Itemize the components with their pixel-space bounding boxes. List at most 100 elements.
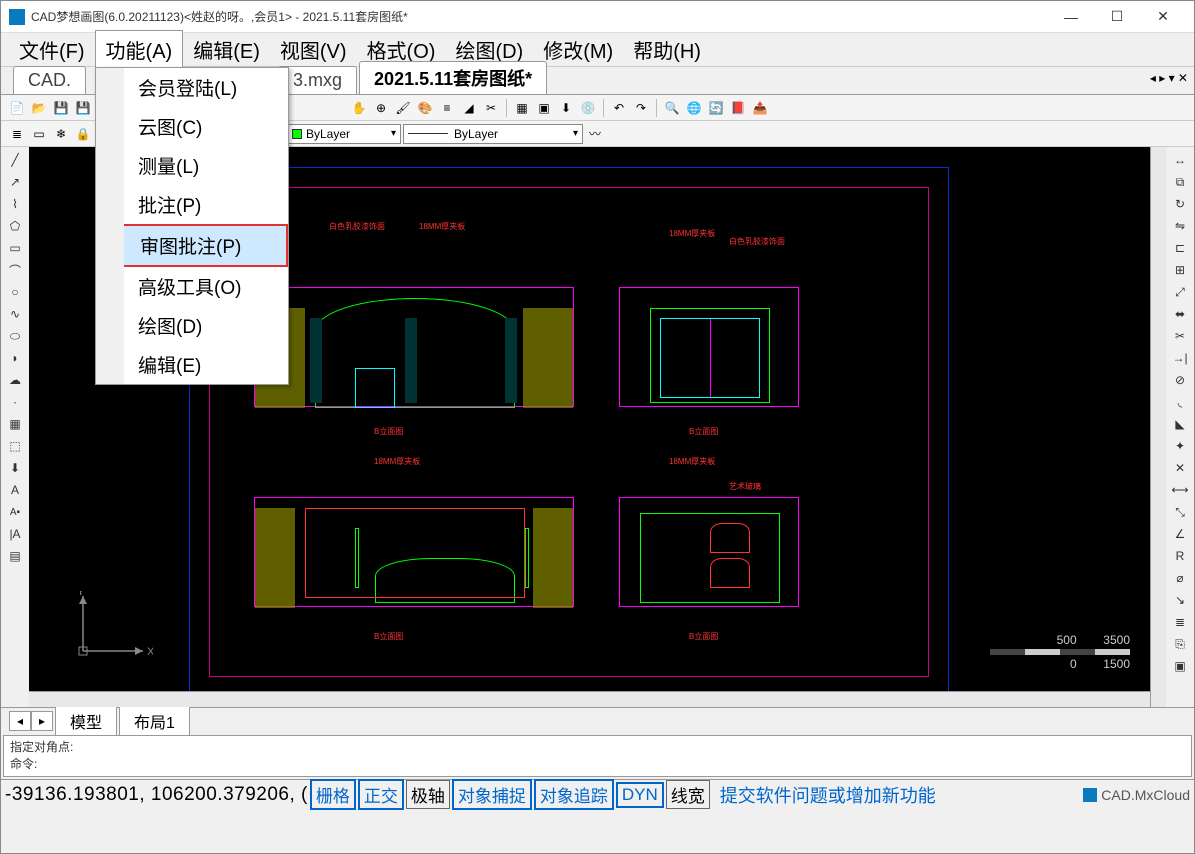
command-window[interactable]: 指定对角点: 命令: — [3, 735, 1192, 777]
color-combo[interactable]: ByLayer ▾ — [287, 124, 401, 144]
tab-prev[interactable]: ◂ — [9, 711, 31, 731]
scrollbar-horizontal[interactable] — [29, 691, 1150, 707]
layer-freeze-icon[interactable]: ❄ — [51, 124, 71, 144]
chamfer-icon[interactable]: ◣ — [1171, 415, 1189, 433]
menu-view[interactable]: 视图(V) — [270, 31, 357, 68]
feedback-link[interactable]: 提交软件问题或增加新功能 — [720, 782, 936, 808]
cloud-status[interactable]: CAD.MxCloud — [1083, 787, 1190, 803]
extend-icon[interactable]: →| — [1171, 349, 1189, 367]
erase-icon[interactable]: ✕ — [1171, 459, 1189, 477]
block-icon[interactable]: ⬚ — [6, 437, 24, 455]
maximize-button[interactable]: ☐ — [1094, 2, 1140, 32]
palette-icon[interactable]: 🎨 — [415, 98, 435, 118]
menu-edit[interactable]: 编辑(E) — [183, 31, 270, 68]
toggle-dyn[interactable]: DYN — [616, 782, 664, 808]
pan-icon[interactable]: ✋ — [349, 98, 369, 118]
toggle-otrack[interactable]: 对象追踪 — [534, 779, 614, 810]
export-icon[interactable]: 📤 — [750, 98, 770, 118]
dim-aligned-icon[interactable]: ⤡ — [1171, 503, 1189, 521]
hatch-icon[interactable]: ▦ — [512, 98, 532, 118]
toggle-osnap[interactable]: 对象捕捉 — [452, 779, 532, 810]
explode-icon[interactable]: ✦ — [1171, 437, 1189, 455]
menu-file[interactable]: 文件(F) — [9, 31, 95, 68]
spline-icon[interactable]: ∿ — [6, 305, 24, 323]
minimize-button[interactable]: — — [1048, 2, 1094, 32]
menu-item-edit[interactable]: 编辑(E) — [126, 345, 288, 384]
clip-icon[interactable]: ✂ — [481, 98, 501, 118]
layer-lock-icon[interactable]: 🔒 — [73, 124, 93, 144]
line-icon[interactable]: ╱ — [6, 151, 24, 169]
polygon-icon[interactable]: ⬠ — [6, 217, 24, 235]
redo-icon[interactable]: ↷ — [631, 98, 651, 118]
text-icon[interactable]: A — [6, 481, 24, 499]
toggle-lweight[interactable]: 线宽 — [666, 780, 710, 809]
layers-icon[interactable]: ≡ — [437, 98, 457, 118]
open-icon[interactable]: 📂 — [29, 98, 49, 118]
rotate-icon[interactable]: ↻ — [1171, 195, 1189, 213]
new-icon[interactable]: 📄 — [7, 98, 27, 118]
lineweight-icon[interactable]: 〰 — [585, 124, 605, 144]
mirror-icon[interactable]: ⇋ — [1171, 217, 1189, 235]
stretch-icon[interactable]: ⬌ — [1171, 305, 1189, 323]
saveas-icon[interactable]: 💾 — [73, 98, 93, 118]
point-icon[interactable]: · — [6, 393, 24, 411]
insert-icon[interactable]: ⬇ — [6, 459, 24, 477]
fillet-icon[interactable]: ◟ — [1171, 393, 1189, 411]
hatch-icon[interactable]: ▦ — [6, 415, 24, 433]
close-button[interactable]: ✕ — [1140, 2, 1186, 32]
save-icon[interactable]: 💾 — [51, 98, 71, 118]
refresh-icon[interactable]: 🔄 — [706, 98, 726, 118]
tab-mxg[interactable]: 3.mxg — [278, 66, 357, 94]
pdf-icon[interactable]: 📕 — [728, 98, 748, 118]
layer-manager-icon[interactable]: ≣ — [7, 124, 27, 144]
target-icon[interactable]: ⊕ — [371, 98, 391, 118]
tab-next[interactable]: ▸ — [31, 711, 53, 731]
move-icon[interactable]: ↔ — [1171, 151, 1189, 169]
table-icon[interactable]: ▤ — [6, 547, 24, 565]
scrollbar-vertical[interactable] — [1150, 147, 1166, 707]
break-icon[interactable]: ⊘ — [1171, 371, 1189, 389]
toggle-polar[interactable]: 极轴 — [406, 780, 450, 809]
trim-icon[interactable]: ✂ — [1171, 327, 1189, 345]
menu-item-advtools[interactable]: 高级工具(O) — [126, 267, 288, 306]
props-icon[interactable]: ≣ — [1171, 613, 1189, 631]
leader-icon[interactable]: ↘ — [1171, 591, 1189, 609]
ellipse-arc-icon[interactable]: ◗ — [6, 349, 24, 367]
dim-dia-icon[interactable]: ⌀ — [1171, 569, 1189, 587]
linetype-combo[interactable]: ByLayer ▾ — [403, 124, 583, 144]
disk-icon[interactable]: 💿 — [578, 98, 598, 118]
block-icon[interactable]: ▣ — [534, 98, 554, 118]
find-icon[interactable]: 🔍 — [662, 98, 682, 118]
dim-angular-icon[interactable]: ∠ — [1171, 525, 1189, 543]
menu-item-cloud[interactable]: 云图(C) — [126, 107, 288, 146]
menu-item-draw[interactable]: 绘图(D) — [126, 306, 288, 345]
scale-icon[interactable]: ⤢ — [1171, 283, 1189, 301]
menu-function[interactable]: 功能(A) — [95, 30, 184, 69]
toggle-grid[interactable]: 栅格 — [310, 779, 356, 810]
brush-icon[interactable]: 🖌 — [393, 98, 413, 118]
eraser-icon[interactable]: ◢ — [459, 98, 479, 118]
array-icon[interactable]: ⊞ — [1171, 261, 1189, 279]
menu-item-annotate[interactable]: 批注(P) — [126, 185, 288, 224]
group-icon[interactable]: ▣ — [1171, 657, 1189, 675]
tab-cad[interactable]: CAD. — [13, 66, 86, 94]
layer-state-icon[interactable]: ▭ — [29, 124, 49, 144]
rectangle-icon[interactable]: ▭ — [6, 239, 24, 257]
undo-icon[interactable]: ↶ — [609, 98, 629, 118]
copy-icon[interactable]: ⧉ — [1171, 173, 1189, 191]
dim-radius-icon[interactable]: R — [1171, 547, 1189, 565]
menu-item-measure[interactable]: 测量(L) — [126, 146, 288, 185]
toggle-ortho[interactable]: 正交 — [358, 779, 404, 810]
offset-icon[interactable]: ⊏ — [1171, 239, 1189, 257]
revcloud-icon[interactable]: ☁ — [6, 371, 24, 389]
tab-current[interactable]: 2021.5.11套房图纸* — [359, 61, 547, 94]
menu-item-login[interactable]: 会员登陆(L) — [126, 68, 288, 107]
world-icon[interactable]: 🌐 — [684, 98, 704, 118]
dim-linear-icon[interactable]: ⟷ — [1171, 481, 1189, 499]
polyline-icon[interactable]: ⌇ — [6, 195, 24, 213]
menu-help[interactable]: 帮助(H) — [623, 31, 711, 68]
ray-icon[interactable]: ↗ — [6, 173, 24, 191]
tab-layout1[interactable]: 布局1 — [119, 706, 190, 736]
circle-icon[interactable]: ○ — [6, 283, 24, 301]
insert-icon[interactable]: ⬇ — [556, 98, 576, 118]
